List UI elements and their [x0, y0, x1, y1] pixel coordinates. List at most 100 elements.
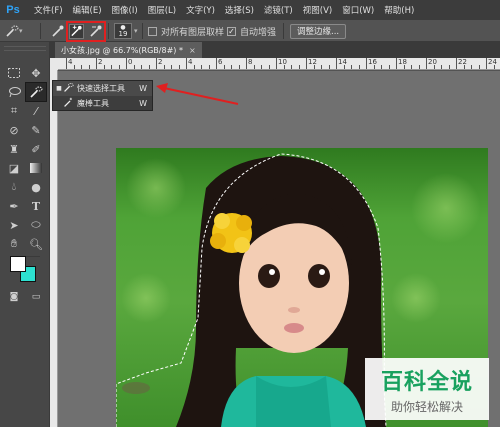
ruler-tick [96, 58, 97, 69]
ruler-minor-tick [261, 65, 262, 69]
menu-file[interactable]: 文件(F) [29, 4, 68, 16]
ruler-minor-tick [478, 65, 480, 69]
ruler-label: 2 [158, 58, 163, 66]
ruler-minor-tick [81, 65, 82, 69]
ruler-label: 22 [458, 58, 467, 66]
screen-mode-icon[interactable]: ▭ [26, 288, 46, 306]
quick-selection-icon[interactable] [25, 82, 47, 102]
eraser-icon[interactable]: ◪ [4, 159, 24, 177]
ruler-minor-tick [373, 65, 375, 69]
lasso-icon[interactable] [4, 83, 24, 101]
ruler-label: 16 [368, 58, 377, 66]
ruler-tick [246, 58, 247, 69]
brush-size-box: ● 19 [114, 23, 132, 39]
horizontal-ruler: 4 2 0 2 4 6 8 10 12 14 16 18 20 22 24 [58, 58, 500, 70]
foreground-color-swatch[interactable] [10, 256, 26, 272]
zoom-icon[interactable]: 🔍︎ [26, 235, 46, 253]
ruler-label: 20 [428, 58, 437, 66]
quick-selection-small-icon [63, 82, 77, 95]
ruler-label: 10 [278, 58, 287, 66]
ruler-minor-tick [471, 65, 472, 69]
sample-all-layers-option[interactable]: 对所有图层取样 [148, 23, 224, 39]
ruler-minor-tick [193, 65, 195, 69]
path-select-icon[interactable]: ➤ [4, 216, 24, 234]
dodge-icon[interactable]: ● [26, 178, 46, 196]
ruler-corner [50, 58, 58, 70]
ruler-minor-tick [253, 65, 255, 69]
watermark-subtitle: 助你轻松解决 [390, 400, 463, 414]
brush-size-picker[interactable]: ● 19 ▾ [114, 23, 138, 39]
ruler-label: 4 [188, 58, 193, 66]
sample-all-layers-label: 对所有图层取样 [161, 27, 225, 38]
document-tab[interactable]: 小女孩.jpg @ 66.7%(RGB/8#) * × [55, 42, 202, 58]
ruler-tick [366, 58, 367, 69]
new-selection-mode-button[interactable] [50, 23, 65, 39]
menu-bar: Ps 文件(F) 编辑(E) 图像(I) 图层(L) 文字(Y) 选择(S) 滤… [0, 0, 500, 20]
menu-window[interactable]: 窗口(W) [337, 4, 379, 16]
ruler-minor-tick [343, 65, 345, 69]
hand-icon[interactable]: ✋︎ [4, 235, 24, 253]
ruler-minor-tick [381, 65, 382, 69]
close-icon[interactable]: × [189, 46, 196, 55]
quick-mask-icon[interactable]: ◙ [4, 288, 24, 306]
flyout-item-quick-selection[interactable]: ■ 快速选择工具 W [53, 81, 152, 96]
ruler-minor-tick [403, 65, 405, 69]
ruler-minor-tick [313, 65, 315, 69]
tool-preset-picker[interactable]: ▾ [4, 23, 23, 39]
ruler-label: 6 [218, 58, 223, 66]
flyout-item-shortcut: W [139, 84, 147, 93]
move-icon[interactable]: ✥ [26, 64, 46, 82]
tools-panel: ✥ ⌗ ⁄ ⊘ ✎ ♜ ✐ ◪ 💧︎ ● ✒ T ➤ ⬭ ✋︎ 🔍︎ ◙ ▭ [0, 42, 50, 427]
menu-edit[interactable]: 编辑(E) [68, 4, 107, 16]
ruler-minor-tick [231, 65, 232, 69]
pen-icon[interactable]: ✒ [4, 197, 24, 215]
crop-icon[interactable]: ⌗ [4, 102, 24, 120]
menu-filter[interactable]: 滤镜(T) [259, 4, 298, 16]
blur-icon[interactable]: 💧︎ [4, 178, 24, 196]
ruler-label: 14 [338, 58, 347, 66]
ruler-minor-tick [118, 65, 120, 69]
flyout-item-magic-wand[interactable]: 魔棒工具 W [53, 96, 152, 111]
shape-icon[interactable]: ⬭ [26, 216, 46, 234]
ruler-minor-tick [291, 65, 292, 69]
ruler-tick [486, 58, 487, 69]
sample-all-layers-checkbox[interactable] [148, 26, 157, 36]
eyedropper-icon[interactable]: ⁄ [26, 102, 46, 120]
ruler-label: 4 [68, 58, 73, 66]
ruler-minor-tick [73, 65, 75, 69]
ruler-minor-tick [418, 65, 420, 69]
ruler-minor-tick [328, 65, 330, 69]
refine-edge-button[interactable]: 调整边缘... [290, 23, 347, 39]
menu-type[interactable]: 文字(Y) [181, 4, 220, 16]
ruler-minor-tick [148, 65, 150, 69]
menu-view[interactable]: 视图(V) [298, 4, 337, 16]
ruler-tick [306, 58, 307, 69]
type-icon[interactable]: T [26, 197, 46, 215]
auto-enhance-option[interactable]: ✓ 自动增强 [227, 23, 276, 39]
ruler-label: 0 [128, 58, 133, 66]
ruler-minor-tick [201, 65, 202, 69]
menu-select[interactable]: 选择(S) [220, 4, 259, 16]
ruler-tick [396, 58, 397, 69]
history-brush-icon[interactable]: ✐ [26, 140, 46, 158]
ruler-minor-tick [171, 65, 172, 69]
stamp-icon[interactable]: ♜ [4, 140, 24, 158]
ruler-tick [156, 58, 157, 69]
ruler-minor-tick [111, 65, 112, 69]
healing-icon[interactable]: ⊘ [4, 121, 24, 139]
ruler-minor-tick [493, 65, 495, 69]
marquee-icon[interactable] [4, 64, 24, 82]
watermark-title: 百科全说 [380, 370, 473, 395]
ruler-minor-tick [88, 65, 90, 69]
menu-help[interactable]: 帮助(H) [379, 4, 419, 16]
auto-enhance-checkbox[interactable]: ✓ [227, 26, 236, 36]
menu-layer[interactable]: 图层(L) [143, 4, 181, 16]
menu-image[interactable]: 图像(I) [107, 4, 143, 16]
gradient-icon[interactable] [26, 159, 46, 177]
ruler-minor-tick [133, 65, 135, 69]
ruler-minor-tick [358, 65, 360, 69]
watermark: 百科全说 助你轻松解决 [365, 358, 489, 420]
active-tool-bullet-icon: ■ [56, 85, 62, 92]
brush-icon[interactable]: ✎ [26, 121, 46, 139]
ruler-minor-tick [223, 65, 225, 69]
